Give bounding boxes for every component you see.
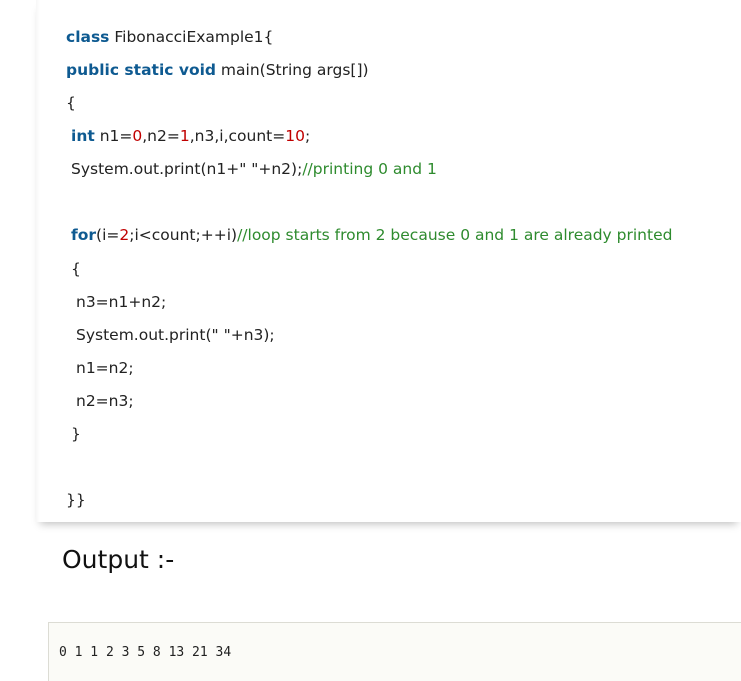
code-text: +n2); [258, 160, 303, 178]
code-line-main: public static void main(String args[]) [66, 59, 369, 81]
code-line-assign-n1: n1=n2; [76, 357, 134, 379]
code-line-end: }} [66, 489, 86, 511]
code-text: +n3); [230, 326, 275, 344]
code-line-print-next: System.out.print(" "+n3); [76, 324, 275, 346]
code-line-open-brace: { [66, 92, 76, 114]
code-line-assign-n2: n2=n3; [76, 390, 134, 412]
code-line-loop-open: { [71, 258, 81, 280]
code-line-sum: n3=n1+n2; [76, 291, 166, 313]
code-text: n2=n3; [76, 392, 134, 410]
output-heading: Output :- [62, 545, 175, 574]
code-text: { [71, 260, 81, 278]
code-line-declare: int n1=0,n2=1,n3,i,count=10; [71, 125, 310, 147]
string-literal: " " [211, 326, 231, 344]
number-literal: 0 [132, 127, 143, 145]
code-text: { [66, 94, 76, 112]
code-text: ,n3,i,count= [189, 127, 286, 145]
number-literal: 1 [179, 127, 190, 145]
code-text: FibonacciExample1{ [109, 28, 274, 46]
code-text: ; [304, 127, 311, 145]
code-line-class: class FibonacciExample1{ [66, 26, 273, 48]
code-text: ,n2= [142, 127, 180, 145]
comment: //printing 0 and 1 [302, 160, 437, 178]
page: class FibonacciExample1{ public static v… [0, 0, 741, 681]
code-line-loop-close: } [71, 423, 81, 445]
code-text: System.out.print( [76, 326, 212, 344]
code-text: } [71, 425, 81, 443]
code-text: n3=n1+n2; [76, 293, 167, 311]
code-text: ;i<count;++i) [129, 226, 238, 244]
code-text: (i= [96, 226, 120, 244]
comment: //loop starts from 2 because 0 and 1 are… [237, 226, 673, 244]
keyword: for [71, 226, 97, 244]
string-literal: " " [239, 160, 259, 178]
code-text: main(String args[]) [216, 61, 369, 79]
output-result: 0 1 1 2 3 5 8 13 21 34 [59, 645, 232, 660]
code-line-for: for(i=2;i<count;++i)//loop starts from 2… [71, 224, 672, 246]
keyword: public static void [66, 61, 216, 79]
output-box: 0 1 1 2 3 5 8 13 21 34 [48, 622, 741, 681]
number-literal: 2 [119, 226, 130, 244]
keyword: class [66, 28, 110, 46]
code-line-print-first: System.out.print(n1+" "+n2);//printing 0… [71, 158, 437, 180]
code-text: n1= [94, 127, 133, 145]
code-text: }} [66, 491, 86, 509]
keyword: int [71, 127, 95, 145]
code-text: n1=n2; [76, 359, 134, 377]
code-text: System.out.print(n1+ [71, 160, 240, 178]
code-block: class FibonacciExample1{ public static v… [36, 0, 741, 522]
number-literal: 10 [285, 127, 305, 145]
